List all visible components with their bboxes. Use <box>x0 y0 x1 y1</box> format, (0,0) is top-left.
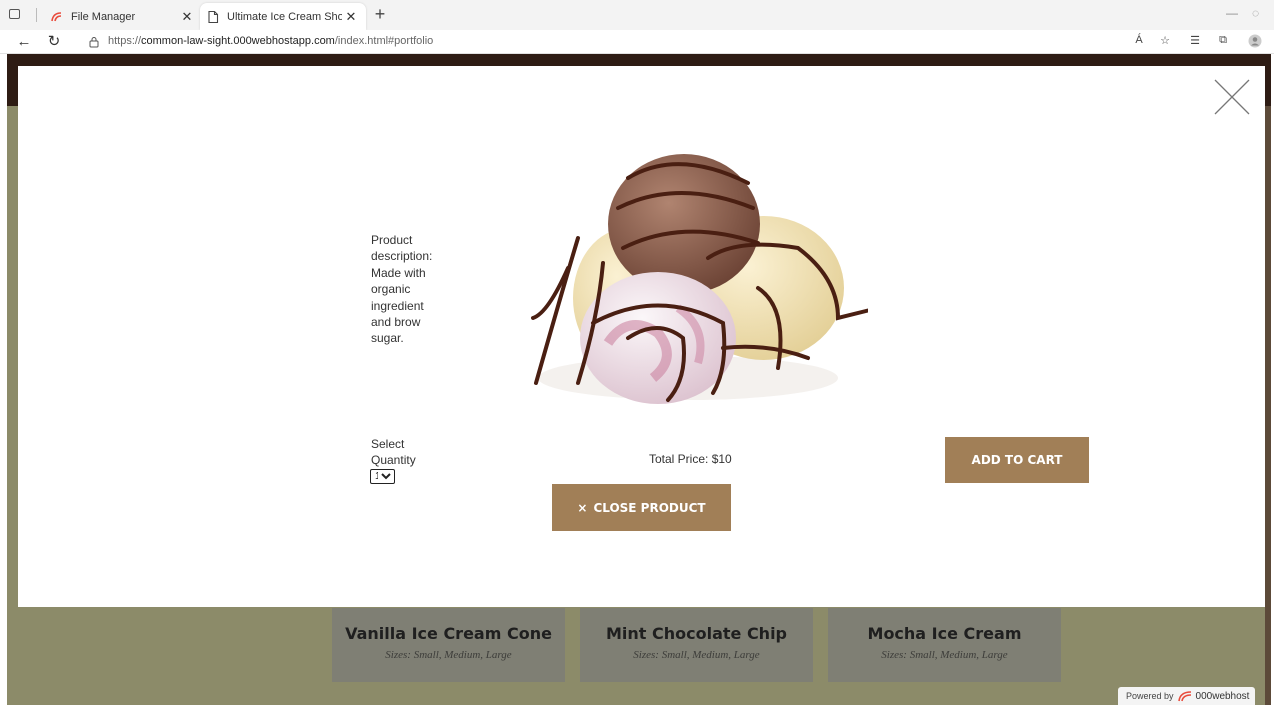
close-product-label: Close Product <box>593 500 706 515</box>
new-tab-icon[interactable]: + <box>370 3 390 25</box>
minimize-icon[interactable]: — <box>1226 6 1238 20</box>
quantity-select[interactable]: 1 <box>370 469 395 484</box>
profile-avatar-icon[interactable] <box>1246 34 1264 50</box>
card-title: Mint Chocolate Chip <box>605 624 788 643</box>
tab-separator <box>36 8 37 22</box>
product-card-mocha[interactable]: Mocha Ice Cream Sizes: Small, Medium, La… <box>828 608 1061 682</box>
close-icon[interactable] <box>1214 79 1250 115</box>
read-aloud-icon[interactable]: Á <box>1130 34 1148 50</box>
url-field[interactable]: https://common-law-sight.000webhostapp.c… <box>78 32 1110 52</box>
card-subtitle: Sizes: Small, Medium, Large <box>881 649 1008 661</box>
favorite-star-icon[interactable]: ☆ <box>1156 34 1174 50</box>
product-card-vanilla[interactable]: Vanilla Ice Cream Cone Sizes: Small, Med… <box>332 608 565 682</box>
webhost-brand: 000webhost <box>1195 690 1250 702</box>
close-product-button[interactable]: × Close Product <box>552 484 731 531</box>
tab-close-icon[interactable]: ✕ <box>178 9 196 25</box>
address-bar: ← ↻ https://common-law-sight.000webhosta… <box>0 30 1274 54</box>
restore-icon[interactable]: ◌ <box>1252 6 1259 20</box>
powered-by-text: Powered by <box>1126 691 1174 701</box>
browser-tab-bar: File Manager ✕ Ultimate Ice Cream Shop ✕… <box>0 0 1274 30</box>
card-subtitle: Sizes: Small, Medium, Large <box>385 649 512 661</box>
webhost-favicon-icon <box>51 11 62 21</box>
tab-close-icon[interactable]: ✕ <box>342 9 360 25</box>
tab-label: Ultimate Ice Cream Shop <box>227 10 342 23</box>
tab-file-manager[interactable]: File Manager ✕ <box>44 3 202 30</box>
page-edge <box>1265 106 1271 705</box>
ice-cream-image <box>531 154 868 404</box>
page-icon <box>208 10 219 23</box>
tab-label: File Manager <box>71 10 136 23</box>
product-description: Product description: Made with organic i… <box>371 233 433 346</box>
quantity-label: Select Quantity <box>371 437 416 467</box>
close-x-icon: × <box>577 500 588 515</box>
add-to-cart-button[interactable]: Add to Cart <box>945 437 1089 483</box>
card-title: Vanilla Ice Cream Cone <box>345 624 552 643</box>
tab-actions-icon[interactable] <box>6 6 24 22</box>
back-arrow-icon[interactable]: ← <box>14 32 34 52</box>
total-price: Total Price: $10 <box>649 452 732 466</box>
product-modal: Product description: Made with organic i… <box>18 66 1265 607</box>
collections-icon[interactable]: ⧉ <box>1214 34 1232 50</box>
refresh-icon[interactable]: ↻ <box>44 32 64 52</box>
tab-ultimate-ice-cream-shop[interactable]: Ultimate Ice Cream Shop ✕ <box>200 3 366 30</box>
favorites-list-icon[interactable]: ☰ <box>1186 34 1204 50</box>
powered-by-badge[interactable]: Powered by 000webhost <box>1118 687 1255 705</box>
card-subtitle: Sizes: Small, Medium, Large <box>633 649 760 661</box>
lock-icon <box>89 37 99 48</box>
webhost-logo-icon <box>1177 691 1191 702</box>
product-card-mint[interactable]: Mint Chocolate Chip Sizes: Small, Medium… <box>580 608 813 682</box>
url-text: https://common-law-sight.000webhostapp.c… <box>108 35 434 47</box>
add-to-cart-label: Add to Cart <box>971 453 1063 467</box>
card-title: Mocha Ice Cream <box>867 624 1022 643</box>
